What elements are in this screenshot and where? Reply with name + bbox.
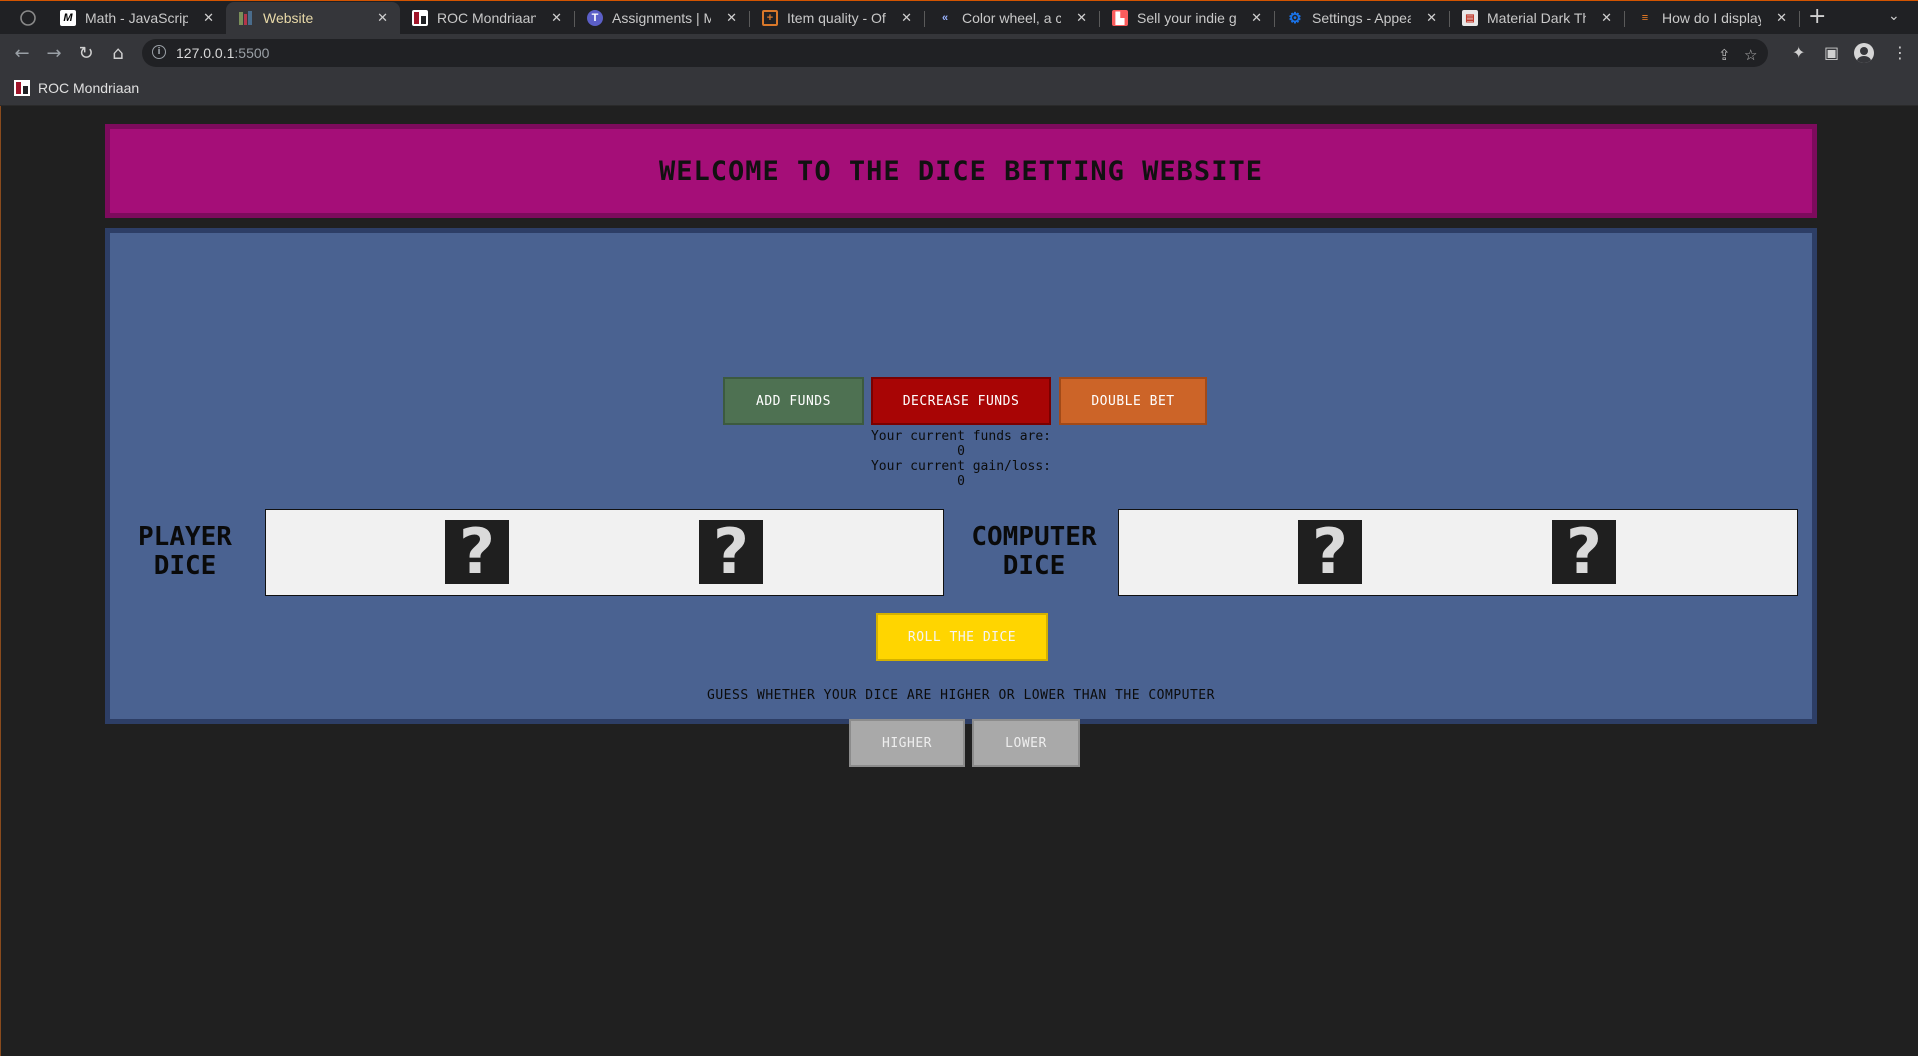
wiki-icon: + (762, 10, 778, 26)
browser-toolbar: ← → ↻ ⌂ i 127.0.0.1:5500 ⇪ ☆ ✦ ▣ ⋮ (0, 34, 1918, 72)
home-icon[interactable]: ⌂ (108, 43, 128, 64)
tab-title: Color wheel, a co (962, 10, 1062, 26)
tab-sell-indie-game[interactable]: ▙ Sell your indie ga ✕ (1100, 2, 1274, 34)
close-tab-icon[interactable]: ✕ (1776, 10, 1787, 26)
computer-dice-box: ? ? (1118, 509, 1798, 596)
color-wheel-icon: « (941, 12, 949, 24)
tab-title: Website (263, 10, 314, 26)
tab-strip: M Math - JavaScript ✕ Website ✕ ROC Mond… (0, 0, 1918, 34)
url-text: 127.0.0.1:5500 (176, 45, 269, 61)
computer-die-2: ? (1552, 520, 1616, 584)
github-icon[interactable] (20, 10, 36, 26)
player-dice-label: PLAYER DICE (134, 523, 236, 581)
bookmark-roc-mondriaan[interactable]: ROC Mondriaan (14, 80, 139, 96)
tab-math-javascript[interactable]: M Math - JavaScript ✕ (48, 2, 226, 34)
tab-settings-appearance[interactable]: ⚙ Settings - Appea ✕ (1275, 2, 1449, 34)
bookmarks-bar: ROC Mondriaan (0, 72, 1918, 106)
computer-label-line1: COMPUTER (971, 522, 1097, 552)
tab-roc-mondriaan[interactable]: ROC Mondriaan ✕ (400, 2, 574, 34)
tab-stackoverflow[interactable]: ≡ How do I display ✕ (1625, 2, 1799, 34)
store-icon: ▤ (1462, 10, 1478, 26)
game-panel: ADD FUNDS DECREASE FUNDS DOUBLE BET Your… (105, 228, 1817, 767)
funds-label: Your current funds are: (870, 429, 1051, 444)
gain-loss-value: 0 (957, 474, 965, 489)
tab-title: Settings - Appea (1312, 10, 1412, 26)
close-tab-icon[interactable]: ✕ (1251, 10, 1262, 26)
add-funds-button[interactable]: ADD FUNDS (723, 377, 864, 425)
share-icon[interactable]: ⇪ (1718, 46, 1731, 64)
page-viewport: WELCOME TO THE DICE BETTING WEBSITE ADD … (0, 106, 1918, 1056)
welcome-banner: WELCOME TO THE DICE BETTING WEBSITE (105, 124, 1817, 218)
back-icon[interactable]: ← (12, 43, 32, 64)
tab-item-quality[interactable]: + Item quality - Of ✕ (750, 2, 924, 34)
address-bar[interactable]: i 127.0.0.1:5500 ⇪ ☆ (142, 39, 1768, 67)
side-panel-icon[interactable]: ▣ (1824, 43, 1839, 62)
close-tab-icon[interactable]: ✕ (901, 10, 912, 26)
guess-prompt: GUESS WHETHER YOUR DICE ARE HIGHER OR LO… (707, 688, 1215, 703)
funds-value: 0 (957, 444, 965, 459)
menu-kebab-icon[interactable]: ⋮ (1892, 43, 1908, 62)
higher-button[interactable]: HIGHER (849, 719, 965, 767)
tab-assignments[interactable]: T Assignments | M ✕ (575, 2, 749, 34)
close-tab-icon[interactable]: ✕ (203, 10, 214, 26)
url-port: :5500 (234, 45, 270, 61)
computer-dice-label: COMPUTER DICE (964, 523, 1104, 581)
gain-loss-label: Your current gain/loss: (870, 459, 1051, 474)
gear-icon: ⚙ (1288, 10, 1302, 27)
forward-icon[interactable]: → (44, 43, 64, 64)
tab-color-wheel[interactable]: « Color wheel, a co ✕ (925, 2, 1099, 34)
player-die-2: ? (699, 520, 763, 584)
tab-website[interactable]: Website ✕ (226, 2, 400, 34)
url-host: 127.0.0.1 (176, 45, 235, 61)
tab-title: Math - JavaScript (85, 10, 189, 26)
extensions-icon[interactable]: ✦ (1792, 43, 1805, 62)
roc-icon (14, 80, 30, 96)
close-tab-icon[interactable]: ✕ (377, 10, 388, 26)
site-info-icon[interactable]: i (152, 45, 166, 59)
player-die-1: ? (445, 520, 509, 584)
tab-divider (1799, 11, 1800, 27)
roll-dice-button[interactable]: ROLL THE DICE (876, 613, 1048, 661)
player-label-line1: PLAYER (138, 522, 232, 552)
profile-avatar-icon[interactable] (1854, 43, 1874, 63)
mdn-icon: M (60, 10, 76, 26)
computer-die-1: ? (1298, 520, 1362, 584)
itch-icon: ▙ (1112, 10, 1128, 26)
teams-icon: T (587, 10, 603, 26)
tab-title: Assignments | M (612, 10, 712, 26)
player-label-line2: DICE (153, 551, 217, 581)
bars-icon (238, 10, 254, 26)
tab-title: ROC Mondriaan (437, 10, 537, 26)
double-bet-button[interactable]: DOUBLE BET (1059, 377, 1207, 425)
close-tab-icon[interactable]: ✕ (1601, 10, 1612, 26)
close-tab-icon[interactable]: ✕ (726, 10, 737, 26)
computer-label-line2: DICE (1002, 551, 1066, 581)
tab-title: Item quality - Of (787, 10, 886, 26)
decrease-funds-button[interactable]: DECREASE FUNDS (871, 377, 1051, 425)
stackoverflow-icon: ≡ (1641, 12, 1649, 24)
page-title: WELCOME TO THE DICE BETTING WEBSITE (659, 155, 1263, 187)
tab-material-dark[interactable]: ▤ Material Dark Th ✕ (1450, 2, 1624, 34)
close-tab-icon[interactable]: ✕ (1426, 10, 1437, 26)
tab-title: Material Dark Th (1487, 10, 1587, 26)
close-tab-icon[interactable]: ✕ (1076, 10, 1087, 26)
player-dice-box: ? ? (265, 509, 944, 596)
tab-title: How do I display (1662, 10, 1762, 26)
reload-icon[interactable]: ↻ (76, 43, 96, 64)
close-tab-icon[interactable]: ✕ (551, 10, 562, 26)
lower-button[interactable]: LOWER (972, 719, 1080, 767)
bookmark-star-icon[interactable]: ☆ (1744, 46, 1757, 64)
tab-title: Sell your indie ga (1137, 10, 1237, 26)
bookmark-label: ROC Mondriaan (38, 80, 140, 96)
roc-icon (412, 10, 428, 26)
tab-search-chevron-icon[interactable]: ⌄ (1888, 8, 1900, 24)
new-tab-icon[interactable]: + (1808, 4, 1826, 29)
